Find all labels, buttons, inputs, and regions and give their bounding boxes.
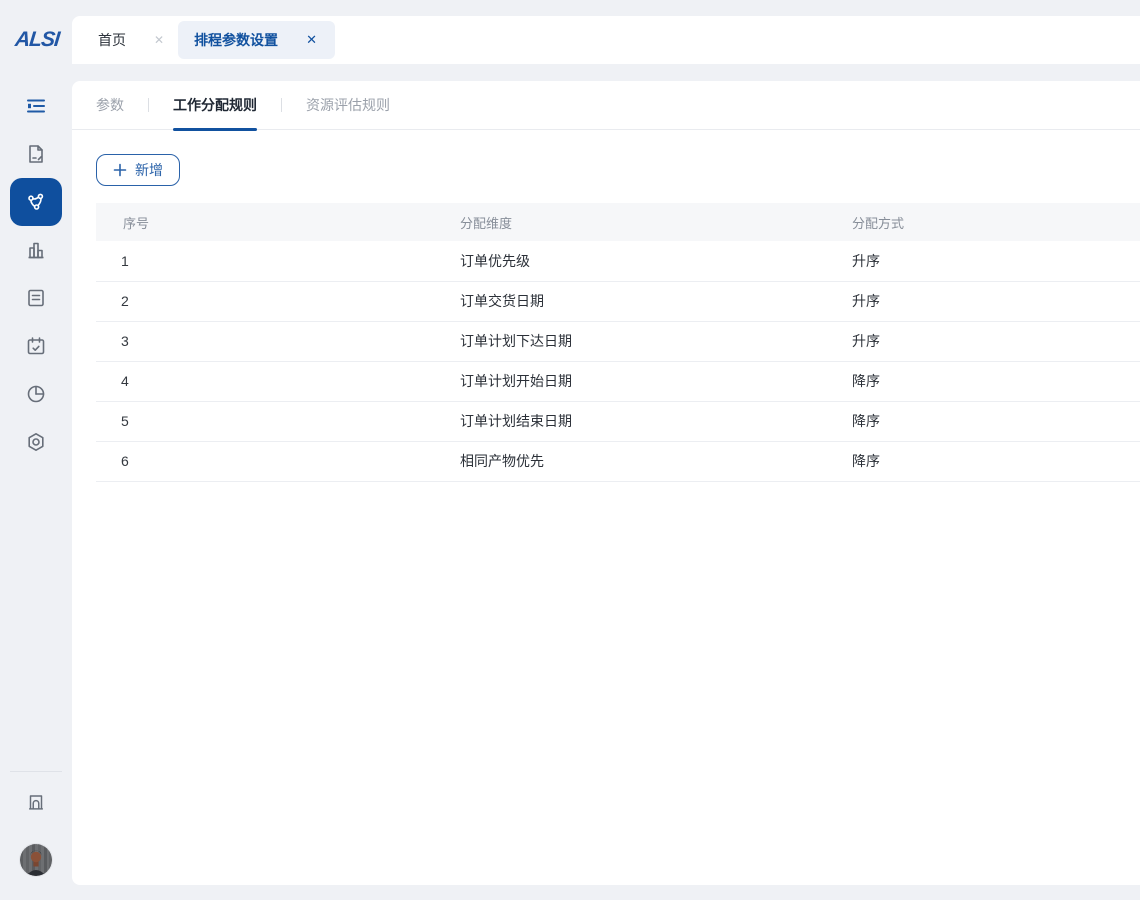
user-avatar[interactable] — [20, 844, 52, 876]
cell-method: 降序 — [852, 361, 1140, 401]
main-panel: 参数 工作分配规则 资源评估规则 新增 序号 分配维度 — [72, 81, 1140, 885]
cell-no: 2 — [96, 281, 460, 321]
tab-divider — [148, 98, 149, 112]
close-icon[interactable]: ✕ — [150, 31, 168, 49]
cell-no: 1 — [96, 241, 460, 281]
table-row[interactable]: 6相同产物优先降序 — [96, 441, 1140, 481]
tab-work-allocation-rules[interactable]: 工作分配规则 — [173, 81, 257, 130]
cell-method: 升序 — [852, 241, 1140, 281]
window-tab-home[interactable]: 首页 ✕ — [92, 30, 168, 50]
table-row[interactable]: 2订单交货日期升序 — [96, 281, 1140, 321]
pie-chart-icon — [24, 382, 48, 406]
sidebar-item-settings[interactable] — [10, 418, 62, 466]
exit-door-button[interactable] — [18, 786, 54, 822]
sidebar-item-plan-calendar[interactable] — [10, 322, 62, 370]
sidebar-item-documents[interactable] — [10, 130, 62, 178]
cell-method: 升序 — [852, 281, 1140, 321]
sidebar-item-analytics[interactable] — [10, 370, 62, 418]
tab-parameters[interactable]: 参数 — [96, 81, 124, 130]
cell-no: 6 — [96, 441, 460, 481]
toolbar: 新增 — [72, 130, 1140, 186]
network-icon — [24, 190, 48, 214]
cell-dimension: 订单计划结束日期 — [460, 401, 852, 441]
sidebar-nav — [0, 82, 72, 466]
rules-table: 序号 分配维度 分配方式 1订单优先级升序2订单交货日期升序3订单计划下达日期升… — [96, 203, 1140, 482]
add-button[interactable]: 新增 — [96, 154, 180, 186]
sidebar-item-collapse[interactable] — [10, 82, 62, 130]
cell-no: 4 — [96, 361, 460, 401]
window-tab-scheduling-params[interactable]: 排程参数设置 ✕ — [178, 21, 335, 59]
cell-dimension: 订单优先级 — [460, 241, 852, 281]
cell-dimension: 订单交货日期 — [460, 281, 852, 321]
cell-method: 降序 — [852, 401, 1140, 441]
table-row[interactable]: 4订单计划开始日期降序 — [96, 361, 1140, 401]
tab-label: 资源评估规则 — [306, 95, 390, 115]
cell-no: 5 — [96, 401, 460, 441]
add-button-label: 新增 — [135, 160, 163, 180]
sidebar-bottom — [0, 771, 72, 900]
table-body: 1订单优先级升序2订单交货日期升序3订单计划下达日期升序4订单计划开始日期降序5… — [96, 241, 1140, 481]
table-row[interactable]: 3订单计划下达日期升序 — [96, 321, 1140, 361]
cell-dimension: 订单计划开始日期 — [460, 361, 852, 401]
menu-collapse-icon — [24, 94, 48, 118]
sidebar-item-reports[interactable] — [10, 274, 62, 322]
tab-divider — [281, 98, 282, 112]
sidebar-divider — [10, 771, 62, 772]
document-icon — [24, 142, 48, 166]
section-tabs: 参数 工作分配规则 资源评估规则 — [72, 81, 1140, 130]
window-tab-label: 排程参数设置 — [194, 30, 278, 50]
sidebar-item-scheduling[interactable] — [10, 178, 62, 226]
tab-label: 参数 — [96, 95, 124, 115]
plus-icon — [113, 163, 127, 177]
cell-method: 降序 — [852, 441, 1140, 481]
cell-dimension: 相同产物优先 — [460, 441, 852, 481]
window-tab-bar: 首页 ✕ 排程参数设置 ✕ — [72, 16, 1140, 64]
tab-label: 工作分配规则 — [173, 95, 257, 115]
table-row[interactable]: 1订单优先级升序 — [96, 241, 1140, 281]
sidebar-item-charts[interactable] — [10, 226, 62, 274]
column-header-no: 序号 — [96, 203, 460, 241]
app-logo: ALSI — [7, 27, 68, 53]
column-header-method: 分配方式 — [852, 203, 1140, 241]
door-exit-icon — [25, 791, 47, 818]
bar-chart-icon — [24, 238, 48, 262]
close-icon[interactable]: ✕ — [302, 30, 321, 50]
table-header-row: 序号 分配维度 分配方式 — [96, 203, 1140, 241]
cell-dimension: 订单计划下达日期 — [460, 321, 852, 361]
table-row[interactable]: 5订单计划结束日期降序 — [96, 401, 1140, 441]
window-tab-label: 首页 — [92, 30, 132, 50]
column-header-dimension: 分配维度 — [460, 203, 852, 241]
clipboard-icon — [24, 286, 48, 310]
gear-icon — [24, 430, 48, 454]
calendar-check-icon — [24, 334, 48, 358]
cell-no: 3 — [96, 321, 460, 361]
tab-resource-evaluation-rules[interactable]: 资源评估规则 — [306, 81, 390, 130]
cell-method: 升序 — [852, 321, 1140, 361]
sidebar: ALSI — [0, 0, 72, 900]
